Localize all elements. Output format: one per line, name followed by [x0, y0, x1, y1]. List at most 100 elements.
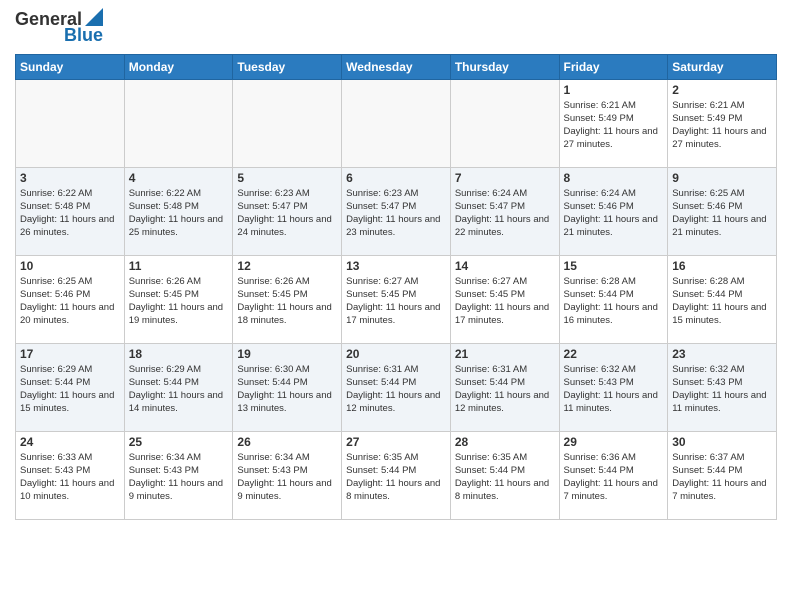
day-number: 21 [455, 347, 555, 361]
calendar-day: 7 Sunrise: 6:24 AMSunset: 5:47 PMDaylight… [450, 167, 559, 255]
day-info: Sunrise: 6:24 AMSunset: 5:47 PMDaylight:… [455, 187, 555, 240]
day-number: 28 [455, 435, 555, 449]
day-number: 29 [564, 435, 664, 449]
day-info: Sunrise: 6:25 AMSunset: 5:46 PMDaylight:… [20, 275, 120, 328]
day-number: 6 [346, 171, 446, 185]
day-number: 12 [237, 259, 337, 273]
day-info: Sunrise: 6:37 AMSunset: 5:44 PMDaylight:… [672, 451, 772, 504]
logo-icon [85, 8, 103, 26]
calendar-day: 23 Sunrise: 6:32 AMSunset: 5:43 PMDayligh… [668, 343, 777, 431]
day-info: Sunrise: 6:32 AMSunset: 5:43 PMDaylight:… [672, 363, 772, 416]
day-number: 2 [672, 83, 772, 97]
calendar-day: 2 Sunrise: 6:21 AMSunset: 5:49 PMDaylight… [668, 79, 777, 167]
calendar-day: 25Sunrise: 6:34 AMSunset: 5:43 PMDayligh… [124, 431, 233, 519]
calendar-week-row: 10Sunrise: 6:25 AMSunset: 5:46 PMDayligh… [16, 255, 777, 343]
day-number: 16 [672, 259, 772, 273]
calendar-day: 15 Sunrise: 6:28 AMSunset: 5:44 PMDayligh… [559, 255, 668, 343]
day-number: 4 [129, 171, 229, 185]
day-number: 7 [455, 171, 555, 185]
day-info: Sunrise: 6:35 AMSunset: 5:44 PMDaylight:… [346, 451, 446, 504]
day-info: Sunrise: 6:21 AMSunset: 5:49 PMDaylight:… [564, 99, 664, 152]
header-thursday: Thursday [450, 54, 559, 79]
day-info: Sunrise: 6:30 AMSunset: 5:44 PMDaylight:… [237, 363, 337, 416]
calendar-day: 13 Sunrise: 6:27 AMSunset: 5:45 PMDayligh… [342, 255, 451, 343]
calendar-day: 30Sunrise: 6:37 AMSunset: 5:44 PMDayligh… [668, 431, 777, 519]
day-info: Sunrise: 6:26 AMSunset: 5:45 PMDaylight:… [237, 275, 337, 328]
calendar-week-row: 17 Sunrise: 6:29 AMSunset: 5:44 PMDayligh… [16, 343, 777, 431]
day-info: Sunrise: 6:31 AMSunset: 5:44 PMDaylight:… [455, 363, 555, 416]
calendar-day: 5 Sunrise: 6:23 AMSunset: 5:47 PMDaylight… [233, 167, 342, 255]
day-info: Sunrise: 6:22 AMSunset: 5:48 PMDaylight:… [129, 187, 229, 240]
day-number: 22 [564, 347, 664, 361]
day-info: Sunrise: 6:33 AMSunset: 5:43 PMDaylight:… [20, 451, 120, 504]
calendar-day [16, 79, 125, 167]
calendar-day: 29 Sunrise: 6:36 AMSunset: 5:44 PMDayligh… [559, 431, 668, 519]
calendar-day: 11 Sunrise: 6:26 AMSunset: 5:45 PMDayligh… [124, 255, 233, 343]
calendar-day: 8 Sunrise: 6:24 AMSunset: 5:46 PMDaylight… [559, 167, 668, 255]
header: General Blue [15, 10, 777, 46]
calendar-day: 19 Sunrise: 6:30 AMSunset: 5:44 PMDayligh… [233, 343, 342, 431]
day-info: Sunrise: 6:22 AMSunset: 5:48 PMDaylight:… [20, 187, 120, 240]
day-number: 19 [237, 347, 337, 361]
day-number: 3 [20, 171, 120, 185]
calendar-day [124, 79, 233, 167]
calendar-day [450, 79, 559, 167]
calendar-day [233, 79, 342, 167]
day-number: 20 [346, 347, 446, 361]
day-info: Sunrise: 6:23 AMSunset: 5:47 PMDaylight:… [237, 187, 337, 240]
day-number: 11 [129, 259, 229, 273]
calendar-day: 21 Sunrise: 6:31 AMSunset: 5:44 PMDayligh… [450, 343, 559, 431]
day-number: 14 [455, 259, 555, 273]
day-info: Sunrise: 6:34 AMSunset: 5:43 PMDaylight:… [237, 451, 337, 504]
day-info: Sunrise: 6:34 AMSunset: 5:43 PMDaylight:… [129, 451, 229, 504]
calendar-day: 28Sunrise: 6:35 AMSunset: 5:44 PMDayligh… [450, 431, 559, 519]
calendar-day: 26 Sunrise: 6:34 AMSunset: 5:43 PMDayligh… [233, 431, 342, 519]
calendar: Sunday Monday Tuesday Wednesday Thursday… [15, 54, 777, 520]
day-info: Sunrise: 6:28 AMSunset: 5:44 PMDaylight:… [564, 275, 664, 328]
day-info: Sunrise: 6:31 AMSunset: 5:44 PMDaylight:… [346, 363, 446, 416]
day-number: 24 [20, 435, 120, 449]
calendar-week-row: 1 Sunrise: 6:21 AMSunset: 5:49 PMDaylight… [16, 79, 777, 167]
calendar-day: 24 Sunrise: 6:33 AMSunset: 5:43 PMDayligh… [16, 431, 125, 519]
day-number: 15 [564, 259, 664, 273]
header-saturday: Saturday [668, 54, 777, 79]
day-info: Sunrise: 6:24 AMSunset: 5:46 PMDaylight:… [564, 187, 664, 240]
logo: General Blue [15, 10, 103, 46]
day-info: Sunrise: 6:27 AMSunset: 5:45 PMDaylight:… [346, 275, 446, 328]
day-number: 1 [564, 83, 664, 97]
calendar-day: 27 Sunrise: 6:35 AMSunset: 5:44 PMDayligh… [342, 431, 451, 519]
header-sunday: Sunday [16, 54, 125, 79]
day-info: Sunrise: 6:27 AMSunset: 5:45 PMDaylight:… [455, 275, 555, 328]
day-number: 5 [237, 171, 337, 185]
day-info: Sunrise: 6:26 AMSunset: 5:45 PMDaylight:… [129, 275, 229, 328]
day-number: 26 [237, 435, 337, 449]
calendar-day: 6 Sunrise: 6:23 AMSunset: 5:47 PMDaylight… [342, 167, 451, 255]
day-number: 17 [20, 347, 120, 361]
day-info: Sunrise: 6:29 AMSunset: 5:44 PMDaylight:… [20, 363, 120, 416]
day-number: 8 [564, 171, 664, 185]
day-number: 27 [346, 435, 446, 449]
day-info: Sunrise: 6:29 AMSunset: 5:44 PMDaylight:… [129, 363, 229, 416]
calendar-day: 18 Sunrise: 6:29 AMSunset: 5:44 PMDayligh… [124, 343, 233, 431]
day-info: Sunrise: 6:23 AMSunset: 5:47 PMDaylight:… [346, 187, 446, 240]
calendar-day [342, 79, 451, 167]
day-number: 23 [672, 347, 772, 361]
header-monday: Monday [124, 54, 233, 79]
day-number: 13 [346, 259, 446, 273]
header-tuesday: Tuesday [233, 54, 342, 79]
header-friday: Friday [559, 54, 668, 79]
calendar-week-row: 24 Sunrise: 6:33 AMSunset: 5:43 PMDayligh… [16, 431, 777, 519]
day-number: 9 [672, 171, 772, 185]
day-info: Sunrise: 6:28 AMSunset: 5:44 PMDaylight:… [672, 275, 772, 328]
calendar-day: 12 Sunrise: 6:26 AMSunset: 5:45 PMDayligh… [233, 255, 342, 343]
calendar-day: 16 Sunrise: 6:28 AMSunset: 5:44 PMDayligh… [668, 255, 777, 343]
day-info: Sunrise: 6:36 AMSunset: 5:44 PMDaylight:… [564, 451, 664, 504]
day-number: 18 [129, 347, 229, 361]
calendar-day: 17 Sunrise: 6:29 AMSunset: 5:44 PMDayligh… [16, 343, 125, 431]
logo-blue: Blue [64, 26, 103, 46]
calendar-day: 10Sunrise: 6:25 AMSunset: 5:46 PMDayligh… [16, 255, 125, 343]
calendar-day: 22Sunrise: 6:32 AMSunset: 5:43 PMDayligh… [559, 343, 668, 431]
weekday-header-row: Sunday Monday Tuesday Wednesday Thursday… [16, 54, 777, 79]
day-info: Sunrise: 6:21 AMSunset: 5:49 PMDaylight:… [672, 99, 772, 152]
calendar-day: 9Sunrise: 6:25 AMSunset: 5:46 PMDaylight… [668, 167, 777, 255]
